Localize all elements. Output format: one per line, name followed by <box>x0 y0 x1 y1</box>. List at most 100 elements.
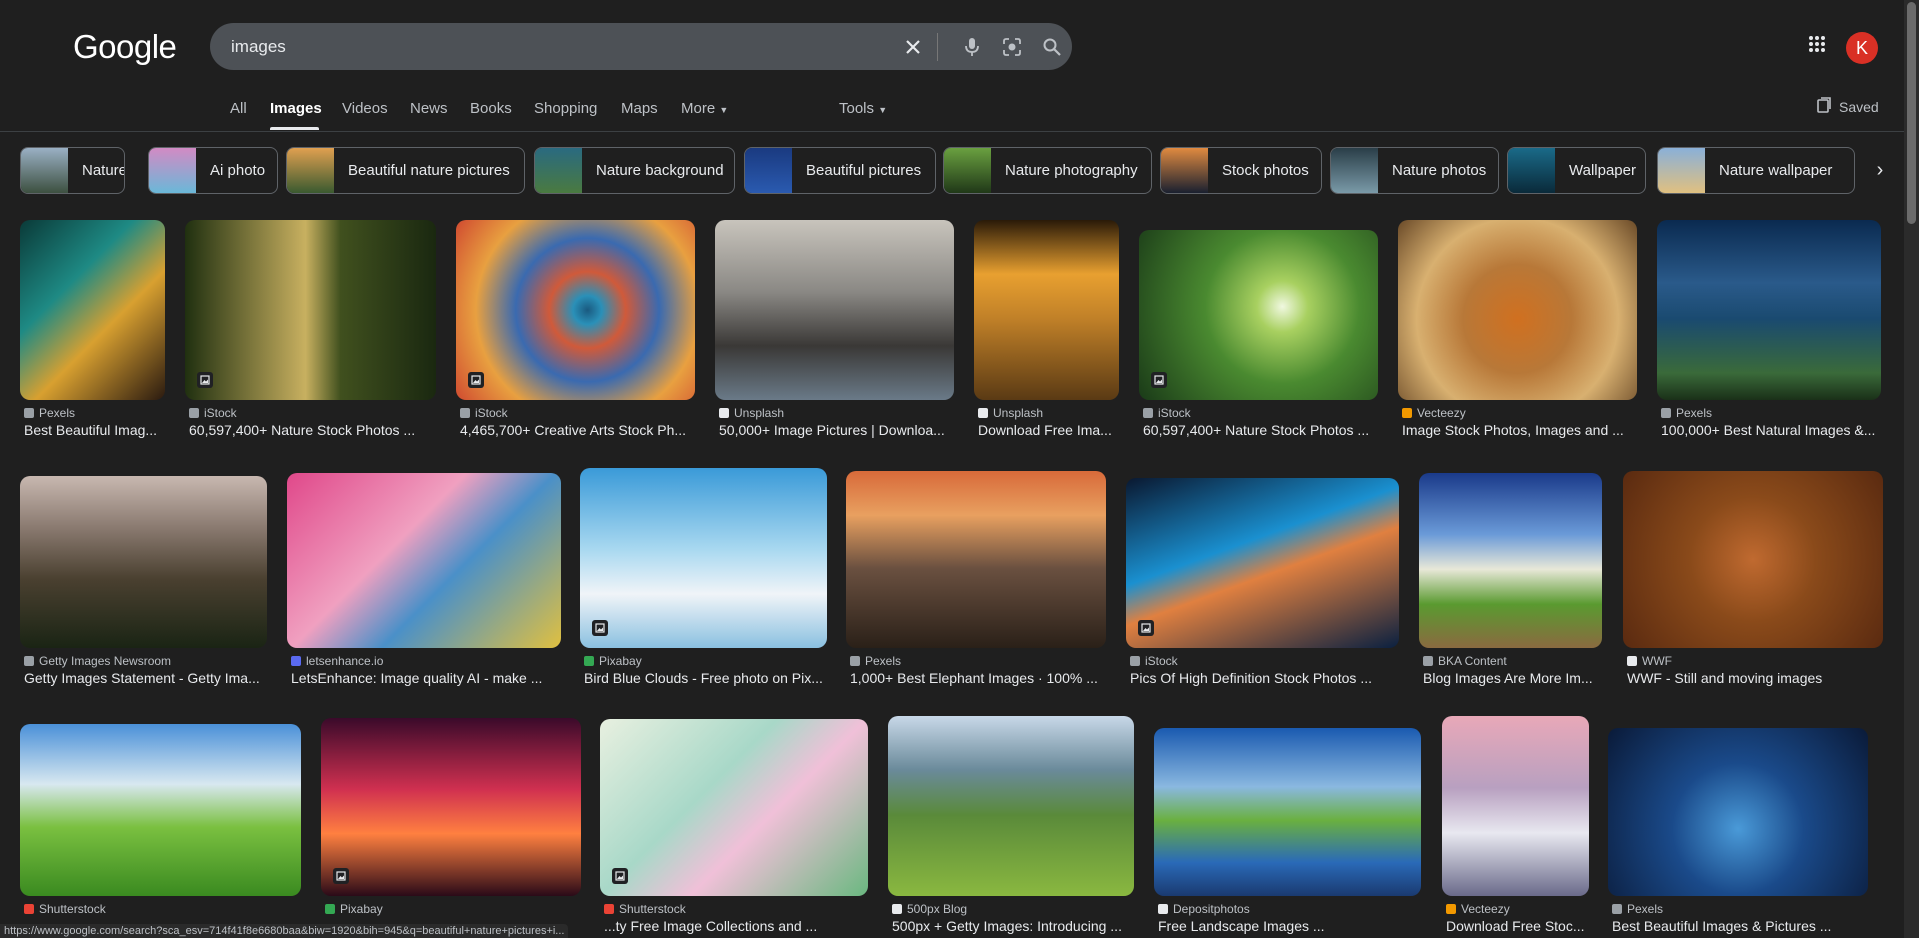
result-thumbnail[interactable] <box>185 220 436 400</box>
image-result[interactable]: Vecteezy Image Stock Photos, Images and .… <box>1398 220 1637 460</box>
result-thumbnail[interactable] <box>1398 220 1637 400</box>
result-title[interactable]: Bird Blue Clouds - Free photo on Pix... <box>584 670 827 686</box>
tools-button[interactable]: Tools ▼ <box>839 100 887 117</box>
saved-button[interactable]: Saved <box>1817 97 1879 116</box>
image-result[interactable]: BKA Content Blog Images Are More Im... <box>1419 468 1602 708</box>
result-source[interactable]: iStock <box>1143 406 1378 420</box>
result-source[interactable]: letsenhance.io <box>291 654 561 668</box>
related-chip[interactable]: Nature wallpaper <box>1657 147 1855 194</box>
result-title[interactable]: Best Beautiful Images & Pictures ... <box>1612 918 1868 934</box>
result-thumbnail[interactable] <box>580 468 827 648</box>
search-icon[interactable] <box>1039 34 1064 59</box>
result-title[interactable]: Blog Images Are More Im... <box>1423 670 1602 686</box>
related-chip[interactable]: Wallpaper <box>1507 147 1646 194</box>
result-title[interactable]: 50,000+ Image Pictures | Downloa... <box>719 422 954 438</box>
related-chip[interactable]: Nature <box>20 147 125 194</box>
result-thumbnail[interactable] <box>974 220 1119 400</box>
result-source[interactable]: Vecteezy <box>1446 902 1589 916</box>
image-result[interactable]: Getty Images Newsroom Getty Images Statem… <box>20 468 267 708</box>
result-title[interactable]: Download Free Ima... <box>978 422 1119 438</box>
scrollbar[interactable] <box>1904 0 1919 938</box>
result-source[interactable]: Pixabay <box>584 654 827 668</box>
lens-icon[interactable] <box>999 34 1024 59</box>
result-thumbnail[interactable] <box>1657 220 1881 400</box>
image-result[interactable]: Depositphotos Free Landscape Images ... <box>1154 716 1421 938</box>
avatar[interactable]: K <box>1846 32 1878 64</box>
image-result[interactable]: Unsplash 50,000+ Image Pictures | Downloa… <box>715 220 954 460</box>
result-source[interactable]: iStock <box>189 406 436 420</box>
tab-videos[interactable]: Videos <box>342 100 388 117</box>
result-thumbnail[interactable] <box>1419 473 1602 648</box>
result-thumbnail[interactable] <box>600 719 868 896</box>
result-title[interactable]: 500px + Getty Images: Introducing ... <box>892 918 1134 934</box>
image-result[interactable]: Pixabay <box>321 716 581 938</box>
microphone-icon[interactable] <box>959 34 984 59</box>
related-chip[interactable]: Beautiful pictures <box>744 147 936 194</box>
related-chip[interactable]: Beautiful nature pictures <box>286 147 525 194</box>
image-result[interactable]: iStock Pics Of High Definition Stock Phot… <box>1126 468 1399 708</box>
result-source[interactable]: BKA Content <box>1423 654 1602 668</box>
result-title[interactable]: 4,465,700+ Creative Arts Stock Ph... <box>460 422 695 438</box>
result-title[interactable]: Pics Of High Definition Stock Photos ... <box>1130 670 1399 686</box>
scrollbar-thumb[interactable] <box>1907 2 1916 224</box>
image-result[interactable]: Pexels Best Beautiful Imag... <box>20 220 165 460</box>
image-result[interactable]: Pexels Best Beautiful Images & Pictures .… <box>1608 716 1868 938</box>
clear-icon[interactable] <box>900 34 925 59</box>
image-result[interactable]: iStock 60,597,400+ Nature Stock Photos ..… <box>1139 220 1378 460</box>
related-chip[interactable]: Nature background <box>534 147 735 194</box>
result-source[interactable]: Unsplash <box>719 406 954 420</box>
result-thumbnail[interactable] <box>715 220 954 400</box>
result-thumbnail[interactable] <box>888 716 1134 896</box>
tab-maps[interactable]: Maps <box>621 100 658 117</box>
result-title[interactable]: Image Stock Photos, Images and ... <box>1402 422 1637 438</box>
image-result[interactable]: 500px Blog 500px + Getty Images: Introduc… <box>888 716 1134 938</box>
tab-news[interactable]: News <box>410 100 448 117</box>
tab-shopping[interactable]: Shopping <box>534 100 597 117</box>
google-logo[interactable]: Google <box>73 28 177 66</box>
result-source[interactable]: Pexels <box>1661 406 1881 420</box>
image-result[interactable]: iStock 4,465,700+ Creative Arts Stock Ph.… <box>456 220 695 460</box>
result-title[interactable]: Best Beautiful Imag... <box>24 422 165 438</box>
result-thumbnail[interactable] <box>1608 728 1868 896</box>
result-source[interactable]: iStock <box>1130 654 1399 668</box>
result-thumbnail[interactable] <box>20 476 267 648</box>
result-source[interactable]: Pexels <box>1612 902 1868 916</box>
result-title[interactable]: Getty Images Statement - Getty Ima... <box>24 670 267 686</box>
image-result[interactable]: Shutterstock ...ty Free Image Collections… <box>600 716 868 938</box>
result-title[interactable]: 60,597,400+ Nature Stock Photos ... <box>189 422 436 438</box>
image-result[interactable]: WWF WWF - Still and moving images <box>1623 468 1883 708</box>
result-source[interactable]: Pexels <box>850 654 1106 668</box>
result-thumbnail[interactable] <box>1623 471 1883 648</box>
result-thumbnail[interactable] <box>1442 716 1589 896</box>
result-title[interactable]: Download Free Stoc... <box>1446 918 1589 934</box>
result-thumbnail[interactable] <box>321 718 581 896</box>
result-source[interactable]: Pexels <box>24 406 165 420</box>
result-source[interactable]: Depositphotos <box>1158 902 1421 916</box>
result-thumbnail[interactable] <box>287 473 561 648</box>
result-source[interactable]: Vecteezy <box>1402 406 1637 420</box>
result-thumbnail[interactable] <box>456 220 695 400</box>
tab-more[interactable]: More ▼ <box>681 100 728 117</box>
result-source[interactable]: Shutterstock <box>24 902 301 916</box>
image-result[interactable]: Pexels 100,000+ Best Natural Images &... <box>1657 220 1881 460</box>
result-source[interactable]: Getty Images Newsroom <box>24 654 267 668</box>
related-chip[interactable]: Nature photography <box>943 147 1152 194</box>
image-result[interactable]: Shutterstock <box>20 716 301 938</box>
result-title[interactable]: ...ty Free Image Collections and ... <box>604 918 868 934</box>
result-title[interactable]: 60,597,400+ Nature Stock Photos ... <box>1143 422 1378 438</box>
image-result[interactable]: Pixabay Bird Blue Clouds - Free photo on … <box>580 468 827 708</box>
result-title[interactable]: Free Landscape Images ... <box>1158 918 1421 934</box>
search-input[interactable]: images <box>231 37 286 57</box>
result-source[interactable]: 500px Blog <box>892 902 1134 916</box>
result-title[interactable]: 1,000+ Best Elephant Images · 100% ... <box>850 670 1106 686</box>
result-thumbnail[interactable] <box>846 471 1106 648</box>
result-thumbnail[interactable] <box>20 724 301 896</box>
result-title[interactable]: WWF - Still and moving images <box>1627 670 1883 686</box>
chevron-right-icon[interactable]: › <box>1860 147 1900 194</box>
result-source[interactable]: Shutterstock <box>604 902 868 916</box>
tab-all[interactable]: All <box>230 100 247 117</box>
result-source[interactable]: Unsplash <box>978 406 1119 420</box>
search-box[interactable]: images <box>210 23 1072 70</box>
result-source[interactable]: WWF <box>1627 654 1883 668</box>
result-title[interactable]: 100,000+ Best Natural Images &... <box>1661 422 1881 438</box>
